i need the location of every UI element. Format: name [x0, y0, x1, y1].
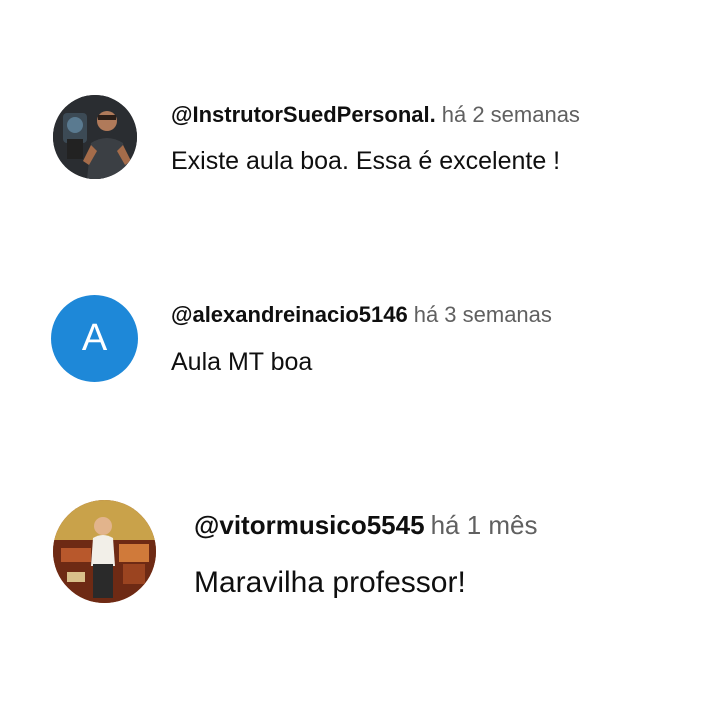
comment-item: A @alexandreinacio5146 há 3 semanas Aula …: [0, 290, 719, 390]
avatar[interactable]: [53, 500, 156, 603]
avatar-letter: A: [81, 317, 108, 359]
comment-author[interactable]: @vitormusico5545: [194, 510, 425, 540]
comment-header: @vitormusico5545 há 1 mês: [194, 512, 538, 538]
comment-timestamp[interactable]: há 1 mês: [431, 510, 538, 540]
person-photo-gym-icon: [53, 95, 137, 179]
comment-text: Existe aula boa. Essa é excelente !: [171, 147, 561, 175]
comment-timestamp[interactable]: há 3 semanas: [414, 302, 552, 327]
comment-text: Aula MT boa: [171, 348, 313, 376]
comment-header: @alexandreinacio5146 há 3 semanas: [171, 304, 552, 326]
comment-item: @InstrutorSuedPersonal. há 2 semanas Exis…: [0, 90, 719, 190]
comment-timestamp[interactable]: há 2 semanas: [442, 102, 580, 127]
avatar[interactable]: A: [51, 295, 138, 382]
comment-item: @vitormusico5545 há 1 mês Maravilha profe…: [0, 495, 719, 603]
comment-author[interactable]: @alexandreinacio5146: [171, 302, 408, 327]
comment-author[interactable]: @InstrutorSuedPersonal.: [171, 102, 436, 127]
comment-header: @InstrutorSuedPersonal. há 2 semanas: [171, 104, 580, 126]
avatar[interactable]: [53, 95, 137, 179]
comment-text: Maravilha professor!: [194, 566, 466, 599]
person-photo-stage-icon: [53, 500, 156, 603]
